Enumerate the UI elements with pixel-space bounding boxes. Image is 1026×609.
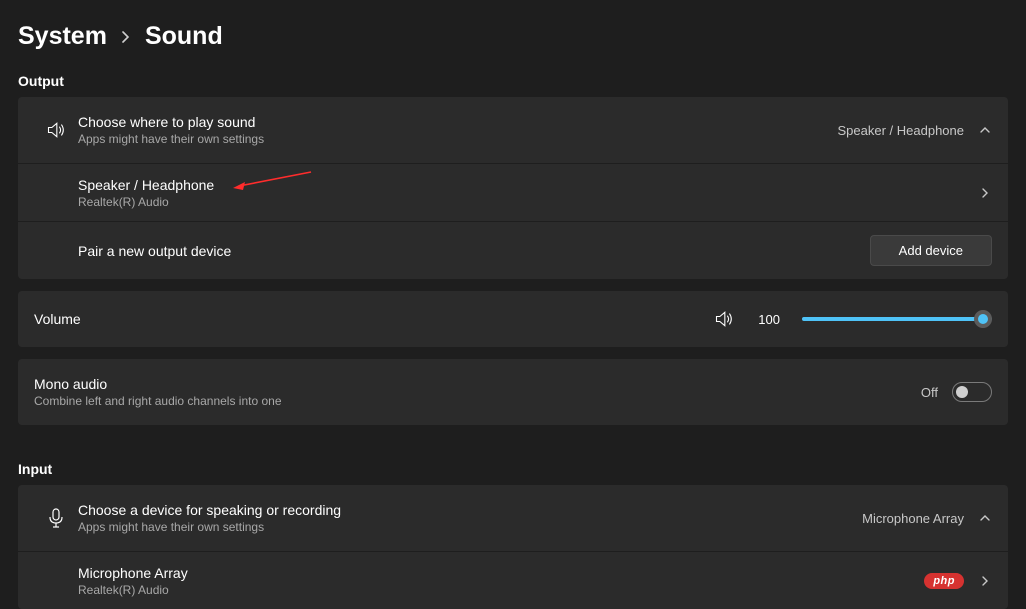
pair-output-row: Pair a new output device Add device <box>18 221 1008 279</box>
input-device-title: Microphone Array <box>78 565 924 581</box>
mono-title: Mono audio <box>34 376 921 392</box>
output-device-row[interactable]: Speaker / Headphone Realtek(R) Audio <box>18 163 1008 221</box>
mono-card: Mono audio Combine left and right audio … <box>18 359 1008 425</box>
output-section-header: Output <box>18 67 1008 97</box>
volume-slider[interactable] <box>802 317 992 321</box>
volume-card: Volume 100 <box>18 291 1008 347</box>
volume-value: 100 <box>758 312 780 327</box>
choose-input-row[interactable]: Choose a device for speaking or recordin… <box>18 485 1008 551</box>
choose-input-title: Choose a device for speaking or recordin… <box>78 502 862 518</box>
breadcrumb-current: Sound <box>145 22 223 51</box>
input-device-row[interactable]: Microphone Array Realtek(R) Audio php <box>18 551 1008 609</box>
output-device-title: Speaker / Headphone <box>78 177 978 193</box>
volume-speaker-icon[interactable] <box>714 309 734 329</box>
chevron-up-icon <box>978 123 992 137</box>
mono-row: Mono audio Combine left and right audio … <box>18 359 1008 425</box>
input-expander-card: Choose a device for speaking or recordin… <box>18 485 1008 609</box>
choose-input-selected: Microphone Array <box>862 511 964 526</box>
output-device-sub: Realtek(R) Audio <box>78 195 978 209</box>
mono-state-label: Off <box>921 385 938 400</box>
volume-row: Volume 100 <box>18 291 1008 347</box>
add-device-button[interactable]: Add device <box>870 235 992 266</box>
input-section-header: Input <box>18 455 1008 485</box>
choose-output-selected: Speaker / Headphone <box>838 123 964 138</box>
chevron-up-icon <box>978 511 992 525</box>
breadcrumb: System Sound <box>18 0 1008 67</box>
microphone-icon <box>34 508 78 528</box>
input-device-sub: Realtek(R) Audio <box>78 583 924 597</box>
breadcrumb-parent[interactable]: System <box>18 22 107 51</box>
choose-output-sub: Apps might have their own settings <box>78 132 838 146</box>
volume-label: Volume <box>34 311 714 327</box>
output-expander-card: Choose where to play sound Apps might ha… <box>18 97 1008 279</box>
chevron-right-icon <box>978 574 992 588</box>
chevron-right-icon <box>978 186 992 200</box>
choose-input-sub: Apps might have their own settings <box>78 520 862 534</box>
chevron-right-icon <box>121 31 131 43</box>
choose-output-title: Choose where to play sound <box>78 114 838 130</box>
choose-output-row[interactable]: Choose where to play sound Apps might ha… <box>18 97 1008 163</box>
mono-toggle[interactable] <box>952 382 992 402</box>
mono-sub: Combine left and right audio channels in… <box>34 394 921 408</box>
speaker-icon <box>34 120 78 140</box>
php-badge: php <box>924 573 964 589</box>
pair-output-title: Pair a new output device <box>78 243 870 259</box>
